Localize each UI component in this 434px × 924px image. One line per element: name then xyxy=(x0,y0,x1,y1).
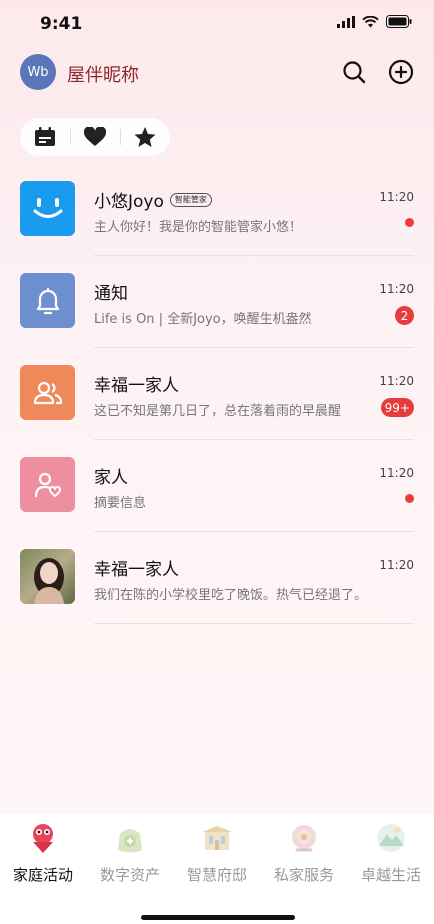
tab-digital-assets[interactable]: 数字资产 xyxy=(87,820,173,885)
item-time: 11:20 xyxy=(379,558,414,572)
family-activity-icon xyxy=(25,820,61,856)
search-icon xyxy=(343,61,366,84)
excellent-life-icon xyxy=(373,820,409,856)
search-button[interactable] xyxy=(340,58,368,86)
family-group-avatar xyxy=(20,365,75,420)
conversation-list: 小悠Joyo 智能管家 11:20 主人你好！我是你的智能管家小悠！ 通知 11:… xyxy=(0,164,434,624)
list-item[interactable]: 家人 11:20 摘要信息 xyxy=(0,440,434,532)
tab-excellent-life[interactable]: 卓越生活 xyxy=(348,820,434,885)
smart-mansion-icon xyxy=(199,820,235,856)
bottom-tab-bar: 家庭活动 数字资产 智慧府邸 私家服务 卓越生活 xyxy=(0,814,434,924)
status-bar: 9:41 xyxy=(0,0,434,48)
list-item[interactable]: 幸福一家人 11:20 这已不知是第几日了，总在落着雨的早晨醒 99+ xyxy=(0,348,434,440)
header: Wb 屋伴昵称 xyxy=(0,52,434,96)
tab-label: 卓越生活 xyxy=(360,866,421,884)
family-avatar xyxy=(20,457,75,512)
butler-tag: 智能管家 xyxy=(169,192,212,207)
digital-assets-icon xyxy=(112,820,148,856)
home-indicator xyxy=(141,915,295,920)
item-title: 小悠Joyo xyxy=(94,192,164,212)
status-icons xyxy=(337,15,412,28)
signal-icon xyxy=(337,15,355,28)
add-circle-icon xyxy=(388,59,414,85)
unread-dot xyxy=(405,218,414,227)
avatar[interactable]: Wb xyxy=(20,54,56,90)
item-subtitle: 摘要信息 xyxy=(94,496,147,511)
item-title: 幸福一家人 xyxy=(94,560,179,580)
item-subtitle: Life is On | 全新Joyo，唤醒生机盎然 xyxy=(94,312,312,327)
item-time: 11:20 xyxy=(379,374,414,388)
person-heart-icon xyxy=(34,472,61,497)
star-icon xyxy=(134,126,156,147)
filter-bar xyxy=(20,118,170,156)
tab-smart-mansion[interactable]: 智慧府邸 xyxy=(174,820,260,885)
item-title: 家人 xyxy=(94,468,128,488)
list-item[interactable]: 通知 11:20 Life is On | 全新Joyo，唤醒生机盎然 2 xyxy=(0,256,434,348)
add-button[interactable] xyxy=(387,58,415,86)
wifi-icon xyxy=(362,15,379,27)
tab-private-service[interactable]: 私家服务 xyxy=(261,820,347,885)
item-time: 11:20 xyxy=(379,466,414,480)
item-time: 11:20 xyxy=(379,190,414,204)
list-item[interactable]: 幸福一家人 11:20 我们在陈的小学校里吃了晚饭。热气已经退了。 xyxy=(0,532,434,624)
tab-label: 智慧府邸 xyxy=(186,866,247,884)
contact-photo xyxy=(20,549,75,604)
unread-dot xyxy=(405,494,414,503)
filter-star-button[interactable] xyxy=(120,118,170,156)
list-item[interactable]: 小悠Joyo 智能管家 11:20 主人你好！我是你的智能管家小悠！ xyxy=(0,164,434,256)
filter-calendar-button[interactable] xyxy=(20,118,70,156)
item-time: 11:20 xyxy=(379,282,414,296)
private-service-icon xyxy=(286,820,322,856)
calendar-icon xyxy=(35,127,55,146)
tab-label: 家庭活动 xyxy=(12,866,73,884)
bell-icon xyxy=(36,287,59,314)
tab-family-activity[interactable]: 家庭活动 xyxy=(0,820,86,885)
item-subtitle: 主人你好！我是你的智能管家小悠！ xyxy=(94,220,303,235)
portrait-photo-icon xyxy=(34,558,64,604)
status-time: 9:41 xyxy=(40,14,83,34)
heart-icon xyxy=(84,127,106,146)
item-title: 幸福一家人 xyxy=(94,376,179,396)
unread-badge: 2 xyxy=(395,306,414,325)
nickname: 屋伴昵称 xyxy=(67,65,139,86)
item-subtitle: 这已不知是第几日了，总在落着雨的早晨醒 xyxy=(94,404,342,419)
item-subtitle: 我们在陈的小学校里吃了晚饭。热气已经退了。 xyxy=(94,588,368,603)
tab-label: 数字资产 xyxy=(99,866,160,884)
joyo-face-icon xyxy=(33,197,62,218)
battery-icon xyxy=(386,15,412,28)
notify-avatar xyxy=(20,273,75,328)
filter-heart-button[interactable] xyxy=(70,118,120,156)
group-icon xyxy=(33,381,62,404)
unread-badge: 99+ xyxy=(380,398,414,417)
item-title: 通知 xyxy=(94,284,128,304)
joyo-avatar xyxy=(20,181,75,236)
tab-label: 私家服务 xyxy=(273,866,334,884)
